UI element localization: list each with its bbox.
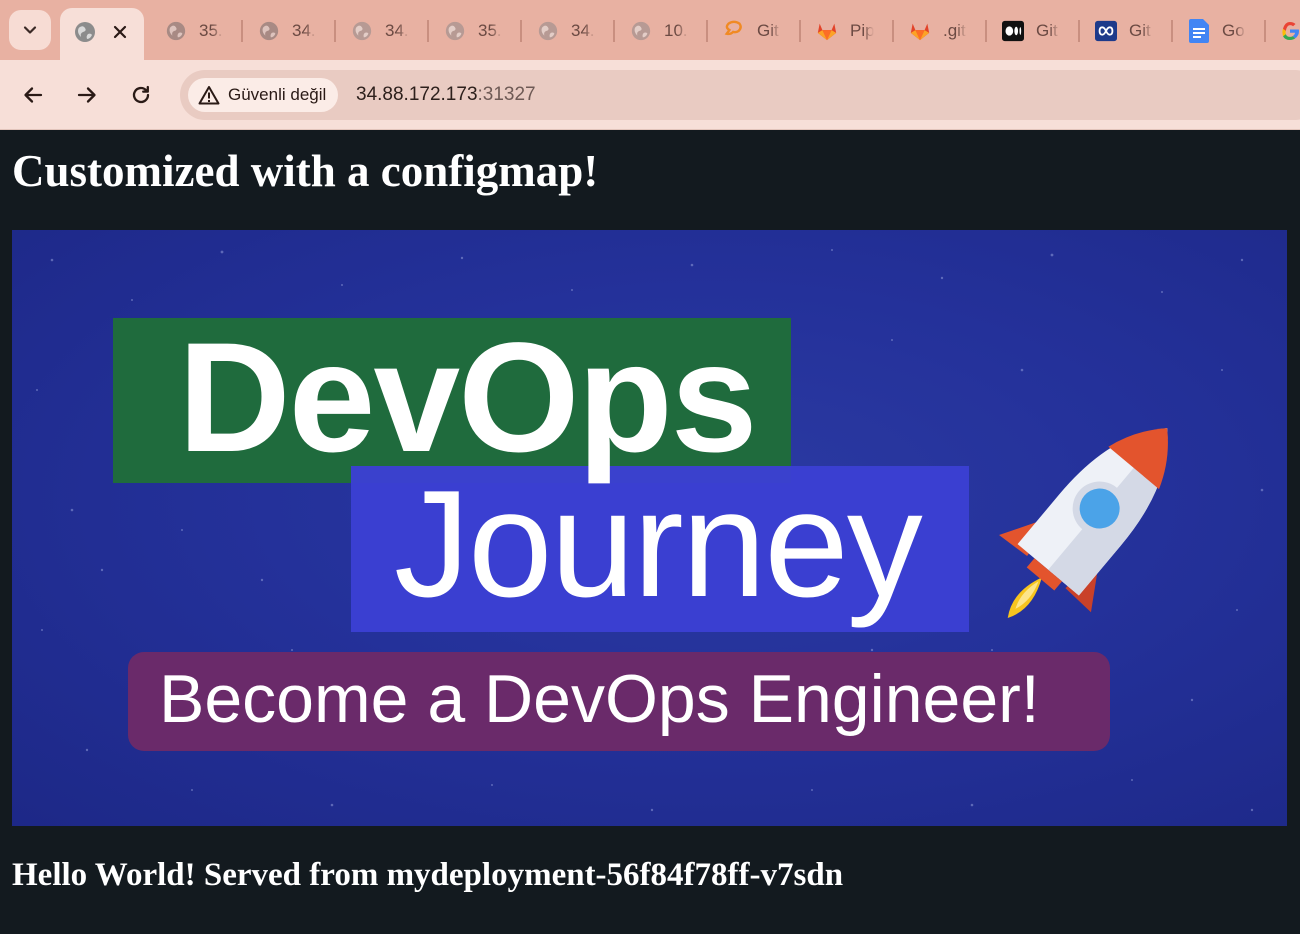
tab-label: 34. [385,21,409,40]
forward-button[interactable] [69,77,105,113]
tab-item[interactable]: .git [897,8,983,54]
tab-separator [334,20,336,42]
tab-separator [799,20,801,42]
tab-separator [427,20,429,42]
tab-label: Go [1222,21,1245,40]
tab-label: 34. [571,21,595,40]
medium-icon [1002,20,1024,42]
tab-strip: 35. 34. 34. 35. 34. 10. Git Pip .git Git… [0,0,1300,60]
google-icon [1279,20,1300,42]
tab-separator [1171,20,1173,42]
tab-label: Git [1036,21,1058,40]
back-button[interactable] [15,77,51,113]
tab-search-button[interactable] [9,10,51,50]
security-label: Güvenli değil [228,85,327,104]
tab-item[interactable]: 34. [246,8,332,54]
infinity-icon [1095,20,1117,42]
globe-icon [444,20,466,42]
tab-label: 35. [199,21,223,40]
tab-label: 10. [664,21,688,40]
banner-title-devops: DevOps [178,311,758,485]
globe-icon [351,20,373,42]
tab-separator [1264,20,1266,42]
banner-tagline: Become a DevOps Engineer! [159,661,1040,737]
tab-label: Git [1129,21,1151,40]
tab-item[interactable]: 10. [618,8,704,54]
url-text[interactable]: 34.88.172.173:31327 [356,84,536,106]
tab-item[interactable]: Pip [804,8,890,54]
page-content: Customized with a configmap! DevOps Jour… [0,131,1300,934]
tab-separator [1078,20,1080,42]
tab-item[interactable]: Git [990,8,1076,54]
tab-item[interactable]: Go [1176,8,1262,54]
globe-icon [537,20,559,42]
gitlab-icon [816,20,838,42]
gitlab-icon [909,20,931,42]
tab-label: Git [757,21,779,40]
globe-icon [75,22,95,42]
tab-label: .git [943,21,966,40]
url-host: 34.88.172.173 [356,84,478,105]
browser-toolbar: Güvenli değil 34.88.172.173:31327 [0,60,1300,130]
banner-title-journey: Journey [394,459,923,629]
close-tab-button[interactable] [110,22,130,42]
url-port: :31327 [477,84,536,105]
tab-separator [892,20,894,42]
back-arrow-icon [24,87,43,103]
tab-separator [613,20,615,42]
globe-icon [258,20,280,42]
tab-active[interactable] [60,8,144,60]
security-indicator[interactable]: Güvenli değil [188,78,339,112]
globe-icon [630,20,652,42]
tab-separator [520,20,522,42]
git-logo-icon [723,20,745,42]
tab-separator [985,20,987,42]
tab-item-partial[interactable] [1269,8,1300,54]
tab-item[interactable]: Git [711,8,797,54]
tab-item[interactable]: 34. [525,8,611,54]
google-docs-icon [1188,19,1210,43]
warning-icon [198,86,220,105]
tab-label: 34. [292,21,316,40]
close-icon [113,25,127,39]
tab-item[interactable]: Git [1083,8,1169,54]
tab-label: Pip [850,21,874,40]
tab-label: 35. [478,21,502,40]
chevron-down-icon [23,26,37,34]
globe-icon [165,20,187,42]
forward-arrow-icon [77,87,96,103]
tab-item[interactable]: 35. [432,8,518,54]
tab-item[interactable]: 34. [339,8,425,54]
tab-separator [241,20,243,42]
reload-button[interactable] [123,77,159,113]
tab-item[interactable]: 35. [153,8,239,54]
devops-journey-banner: DevOps Journey Become a DevOps Engineer! [12,230,1287,826]
rocket-icon [999,428,1168,619]
served-from-message: Hello World! Served from mydeployment-56… [12,857,844,893]
page-heading: Customized with a configmap! [12,146,599,196]
address-bar[interactable]: Güvenli değil 34.88.172.173:31327 [180,70,1300,120]
reload-icon [132,85,150,104]
tab-separator [706,20,708,42]
